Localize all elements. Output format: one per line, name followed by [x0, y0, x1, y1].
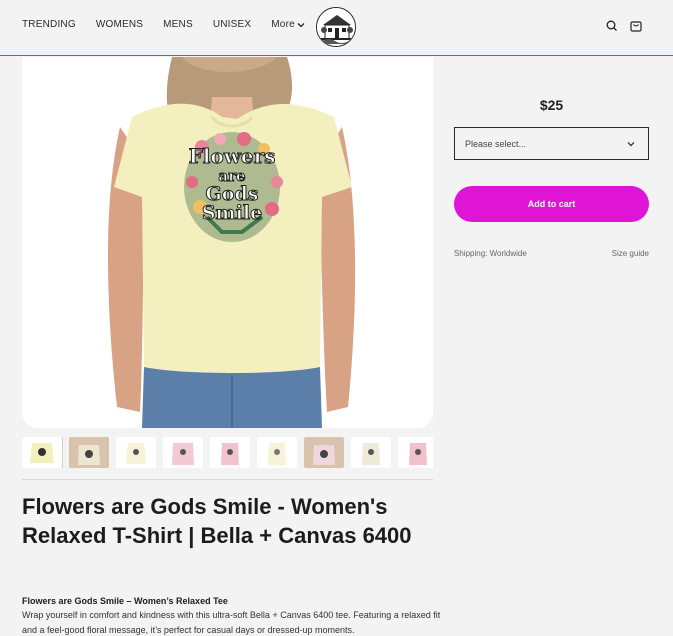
product-title: Flowers are Gods Smile - Women's Relaxed…: [22, 494, 412, 548]
thumbnail-2[interactable]: [69, 437, 109, 468]
thumbnail-9[interactable]: [398, 437, 433, 468]
thumbnail-5[interactable]: [210, 437, 250, 468]
nav-item-mens[interactable]: MENS: [163, 19, 193, 30]
product-main-image[interactable]: Flowers are Gods Smile: [22, 57, 433, 428]
thumbnail-strip: [22, 437, 433, 468]
description-heading: Flowers are Gods Smile – Women’s Relaxed…: [22, 596, 228, 606]
size-guide-link[interactable]: Size guide: [610, 249, 649, 258]
nav-item-trending[interactable]: TRENDING: [22, 19, 76, 30]
thumbnail-4[interactable]: [163, 437, 203, 468]
site-header: TRENDING WOMENS MENS UNISEX More: [0, 0, 673, 56]
nav-more-menu[interactable]: More: [271, 19, 305, 30]
site-logo[interactable]: [316, 7, 356, 47]
size-select[interactable]: Please select...: [454, 127, 649, 160]
house-logo-icon: [317, 8, 355, 46]
tshirt-model-image: Flowers are Gods Smile: [22, 57, 433, 428]
cart-icon[interactable]: [629, 19, 643, 33]
section-divider: [22, 479, 433, 480]
search-icon[interactable]: [605, 19, 619, 33]
main-nav: TRENDING WOMENS MENS UNISEX More: [22, 19, 325, 30]
product-price: $25: [539, 97, 564, 113]
nav-more-label: More: [271, 19, 295, 30]
nav-item-womens[interactable]: WOMENS: [96, 19, 143, 30]
thumbnail-8[interactable]: [351, 437, 391, 468]
description-text: Wrap yourself in comfort and kindness wi…: [22, 610, 441, 635]
chevron-down-icon: [627, 141, 635, 146]
add-to-cart-button[interactable]: Add to cart: [454, 186, 649, 222]
nav-item-unisex[interactable]: UNISEX: [213, 19, 251, 30]
chevron-down-icon: [297, 22, 305, 27]
thumbnail-1[interactable]: [22, 437, 63, 468]
thumbnail-6[interactable]: [257, 437, 297, 468]
thumbnail-3[interactable]: [116, 437, 156, 468]
graphic-text-smile: Smile: [202, 202, 262, 224]
shipping-info: Shipping: Worldwide: [454, 249, 527, 258]
header-actions: [595, 19, 643, 33]
graphic-text-flowers: Flowers: [189, 144, 276, 168]
thumbnail-7[interactable]: [304, 437, 344, 468]
size-select-value: Please select...: [465, 138, 527, 149]
